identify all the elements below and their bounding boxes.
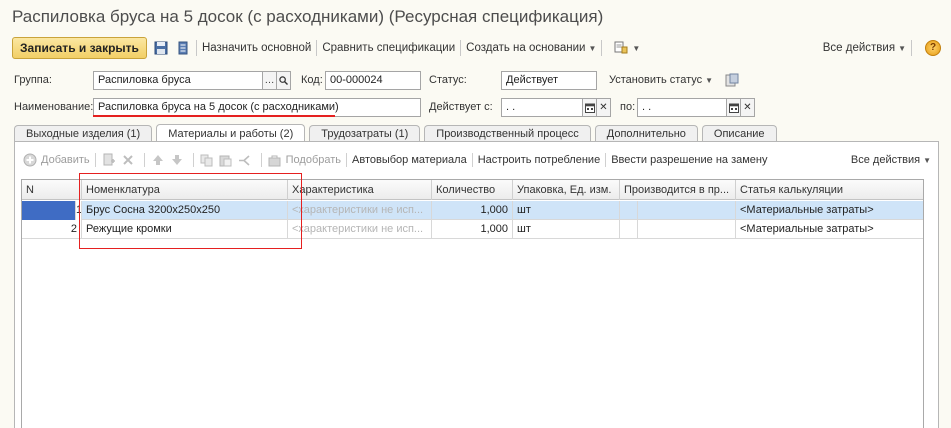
add-button[interactable]: Добавить (41, 154, 90, 166)
toolbar-separator (260, 153, 262, 167)
cell-produced-ext (638, 220, 736, 239)
cell-cost-article[interactable]: <Материальные затраты> (736, 201, 923, 220)
tab-description[interactable]: Описание (701, 125, 777, 142)
materials-toolbar: Добавить Подобрать Автовыбор материала Н… (22, 151, 931, 169)
cell-produced[interactable] (620, 201, 638, 220)
toolbar-separator (346, 153, 348, 167)
paste-icon[interactable] (218, 152, 234, 168)
set-main-button[interactable]: Назначить основной (202, 42, 311, 54)
cell-quantity[interactable]: 1,000 (432, 220, 513, 239)
print-menu-icon[interactable] (613, 40, 629, 56)
materials-all-actions-label: Все действия (850, 154, 921, 166)
main-toolbar: Записать и закрыть Назначить основной Ср… (12, 37, 941, 59)
all-actions-label: Все действия (822, 42, 896, 54)
annotation-underline (93, 115, 335, 117)
valid-to-label: по: (620, 101, 636, 113)
row-marker (22, 201, 76, 220)
move-down-icon[interactable] (169, 152, 185, 168)
annotation-box (79, 173, 302, 249)
toolbar-separator (605, 153, 607, 167)
chevron-down-icon: ▼ (705, 76, 714, 85)
tab-labor-costs[interactable]: Трудозатраты (1) (309, 125, 421, 142)
delete-icon[interactable] (120, 152, 136, 168)
move-up-icon[interactable] (150, 152, 166, 168)
group-select-button[interactable]: … (262, 71, 277, 90)
cell-produced[interactable] (620, 220, 638, 239)
tab-materials-and-works[interactable]: Материалы и работы (2) (156, 124, 306, 142)
add-icon[interactable] (22, 152, 38, 168)
help-icon[interactable]: ? (925, 40, 941, 56)
cell-produced-ext (638, 201, 736, 220)
row-number: 2 (22, 220, 82, 239)
cell-quantity[interactable]: 1,000 (432, 201, 513, 220)
column-header-n[interactable]: N (22, 180, 82, 200)
calendar-icon[interactable] (726, 98, 741, 117)
code-field[interactable]: 00-000024 (325, 71, 421, 90)
toolbar-separator (460, 40, 462, 56)
chevron-down-icon[interactable]: ▼ (632, 44, 640, 53)
save-and-close-button[interactable]: Записать и закрыть (12, 37, 147, 59)
toolbar-separator (192, 153, 194, 167)
all-actions-menu[interactable]: Все действия ▼ (823, 42, 906, 54)
split-icon[interactable] (237, 152, 253, 168)
toolbar-separator (911, 40, 912, 56)
materials-all-actions-menu[interactable]: Все действия ▼ (851, 154, 931, 166)
status-label: Статус: (429, 74, 467, 86)
pick-button[interactable]: Подобрать (286, 154, 341, 166)
valid-from-label: Действует с: (429, 101, 493, 113)
status-history-icon[interactable] (724, 72, 740, 88)
pick-icon[interactable] (267, 152, 283, 168)
tab-production-process[interactable]: Производственный процесс (424, 125, 591, 142)
save-icon[interactable] (153, 40, 169, 56)
chevron-down-icon: ▼ (923, 156, 931, 165)
toolbar-separator (195, 40, 197, 56)
window-title: Распиловка бруса на 5 досок (с расходник… (12, 7, 604, 26)
column-header-unit[interactable]: Упаковка, Ед. изм. (513, 180, 620, 200)
column-header-characteristic[interactable]: Характеристика (288, 180, 432, 200)
column-header-quantity[interactable]: Количество (432, 180, 513, 200)
toolbar-separator (601, 40, 603, 56)
compare-specs-button[interactable]: Сравнить спецификации (322, 42, 455, 54)
cell-cost-article[interactable]: <Материальные затраты> (736, 220, 923, 239)
toolbar-separator (143, 153, 145, 167)
clear-icon[interactable]: ✕ (596, 98, 611, 117)
post-document-icon[interactable] (175, 40, 191, 56)
chevron-down-icon: ▼ (588, 44, 597, 53)
create-based-on-menu[interactable]: Создать на основании ▼ (466, 42, 596, 54)
toolbar-separator (316, 40, 318, 56)
valid-to-field[interactable]: . . (637, 98, 727, 117)
calendar-icon[interactable] (582, 98, 597, 117)
tab-output-items[interactable]: Выходные изделия (1) (14, 125, 153, 142)
cell-characteristic[interactable]: <характеристики не исп... (288, 201, 432, 220)
toolbar-right: Все действия ▼ ? (823, 40, 941, 56)
specification-window: Распиловка бруса на 5 досок (с расходник… (0, 0, 951, 428)
group-field[interactable]: Распиловка бруса (93, 71, 263, 90)
chevron-down-icon: ▼ (898, 44, 906, 53)
status-field: Действует (501, 71, 597, 90)
cell-unit[interactable]: шт (513, 201, 620, 220)
group-label: Группа: (14, 74, 52, 86)
search-icon[interactable] (276, 71, 291, 90)
column-header-produced[interactable]: Производится в пр... (620, 180, 736, 200)
replacement-permission-button[interactable]: Ввести разрешение на замену (611, 154, 767, 166)
cell-unit[interactable]: шт (513, 220, 620, 239)
clear-icon[interactable]: ✕ (740, 98, 755, 117)
name-label: Наименование: (14, 101, 94, 113)
tab-bar: Выходные изделия (1) Материалы и работы … (14, 124, 781, 142)
configure-consumption-button[interactable]: Настроить потребление (478, 154, 600, 166)
create-based-on-label: Создать на основании (466, 42, 586, 54)
toolbar-separator (94, 153, 96, 167)
copy-row-icon[interactable] (101, 152, 117, 168)
copy-icon[interactable] (199, 152, 215, 168)
set-status-menu[interactable]: Установить статус ▼ (609, 74, 713, 86)
cell-characteristic[interactable]: <характеристики не исп... (288, 220, 432, 239)
tab-additional[interactable]: Дополнительно (594, 125, 698, 142)
auto-select-material-button[interactable]: Автовыбор материала (352, 154, 467, 166)
toolbar-separator (471, 153, 473, 167)
code-label: Код: (301, 74, 323, 86)
column-header-cost-article[interactable]: Статья калькуляции (736, 180, 923, 200)
set-status-label: Установить статус (609, 74, 703, 86)
valid-from-field[interactable]: . . (501, 98, 583, 117)
